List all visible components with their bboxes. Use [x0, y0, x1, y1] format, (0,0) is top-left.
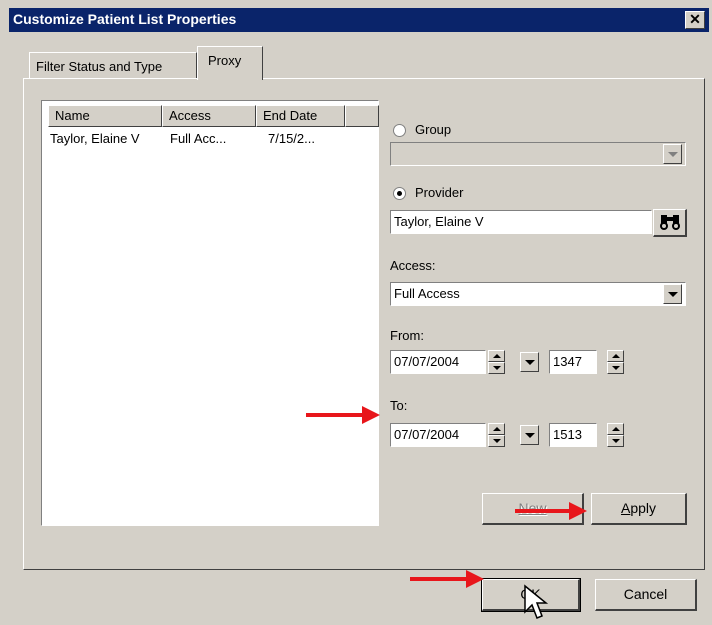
cell-name: Taylor, Elaine V	[50, 131, 140, 146]
spin-down-icon[interactable]	[488, 435, 505, 447]
spin-down-icon[interactable]	[488, 362, 505, 374]
cell-access: Full Acc...	[170, 131, 227, 146]
column-header-name[interactable]: Name	[48, 105, 162, 127]
spin-down-icon[interactable]	[607, 362, 624, 374]
chevron-down-icon[interactable]	[663, 144, 682, 164]
annotation-arrow-to	[306, 406, 380, 424]
access-select[interactable]: Full Access	[390, 282, 686, 306]
column-header-end-date[interactable]: End Date	[256, 105, 345, 127]
to-date-spinner[interactable]	[488, 423, 505, 447]
proxy-list[interactable]: Name Access End Date Taylor, Elaine V Fu…	[41, 100, 379, 526]
spin-up-icon[interactable]	[607, 350, 624, 362]
close-icon[interactable]: ✕	[685, 11, 705, 29]
apply-accelerator: A	[620, 500, 631, 516]
spin-up-icon[interactable]	[488, 350, 505, 362]
provider-radio[interactable]	[393, 187, 406, 200]
column-header-filler	[345, 105, 379, 127]
to-label: To:	[390, 398, 408, 413]
group-radio[interactable]	[393, 124, 406, 137]
column-header-access[interactable]: Access	[162, 105, 256, 127]
to-time-spinner[interactable]	[607, 423, 624, 447]
from-date-spinner[interactable]	[488, 350, 505, 374]
from-date-input[interactable]: 07/07/2004	[390, 350, 486, 374]
apply-button-label: pply	[630, 500, 657, 516]
cancel-button[interactable]: Cancel	[595, 579, 697, 611]
group-select[interactable]	[390, 142, 686, 166]
from-time-input[interactable]: 1347	[549, 350, 597, 374]
spin-up-icon[interactable]	[488, 423, 505, 435]
window-title: Customize Patient List Properties	[13, 11, 237, 27]
dialog-window: Customize Patient List Properties ✕ Filt…	[0, 0, 712, 625]
tab-proxy[interactable]: Proxy	[197, 46, 263, 80]
annotation-arrow-apply	[515, 502, 587, 520]
annotation-arrow-ok	[410, 570, 484, 588]
spin-down-icon[interactable]	[607, 435, 624, 447]
to-calendar-dropdown[interactable]	[520, 425, 539, 445]
binoculars-icon[interactable]	[653, 209, 687, 237]
from-label: From:	[390, 328, 424, 343]
to-date-input[interactable]: 07/07/2004	[390, 423, 486, 447]
cell-end-date: 7/15/2...	[268, 131, 315, 146]
chevron-down-icon[interactable]	[663, 284, 682, 304]
group-label: Group	[415, 122, 452, 137]
mouse-cursor-icon	[524, 584, 549, 619]
provider-input[interactable]: Taylor, Elaine V	[390, 210, 652, 234]
from-calendar-dropdown[interactable]	[520, 352, 539, 372]
access-label: Access:	[390, 258, 436, 273]
provider-label: Provider	[415, 185, 464, 200]
from-time-spinner[interactable]	[607, 350, 624, 374]
to-time-input[interactable]: 1513	[549, 423, 597, 447]
tab-filter-status-and-type[interactable]: Filter Status and Type	[29, 52, 197, 78]
spin-up-icon[interactable]	[607, 423, 624, 435]
title-bar: Customize Patient List Properties ✕	[9, 8, 709, 32]
apply-button[interactable]: Apply	[591, 493, 687, 525]
